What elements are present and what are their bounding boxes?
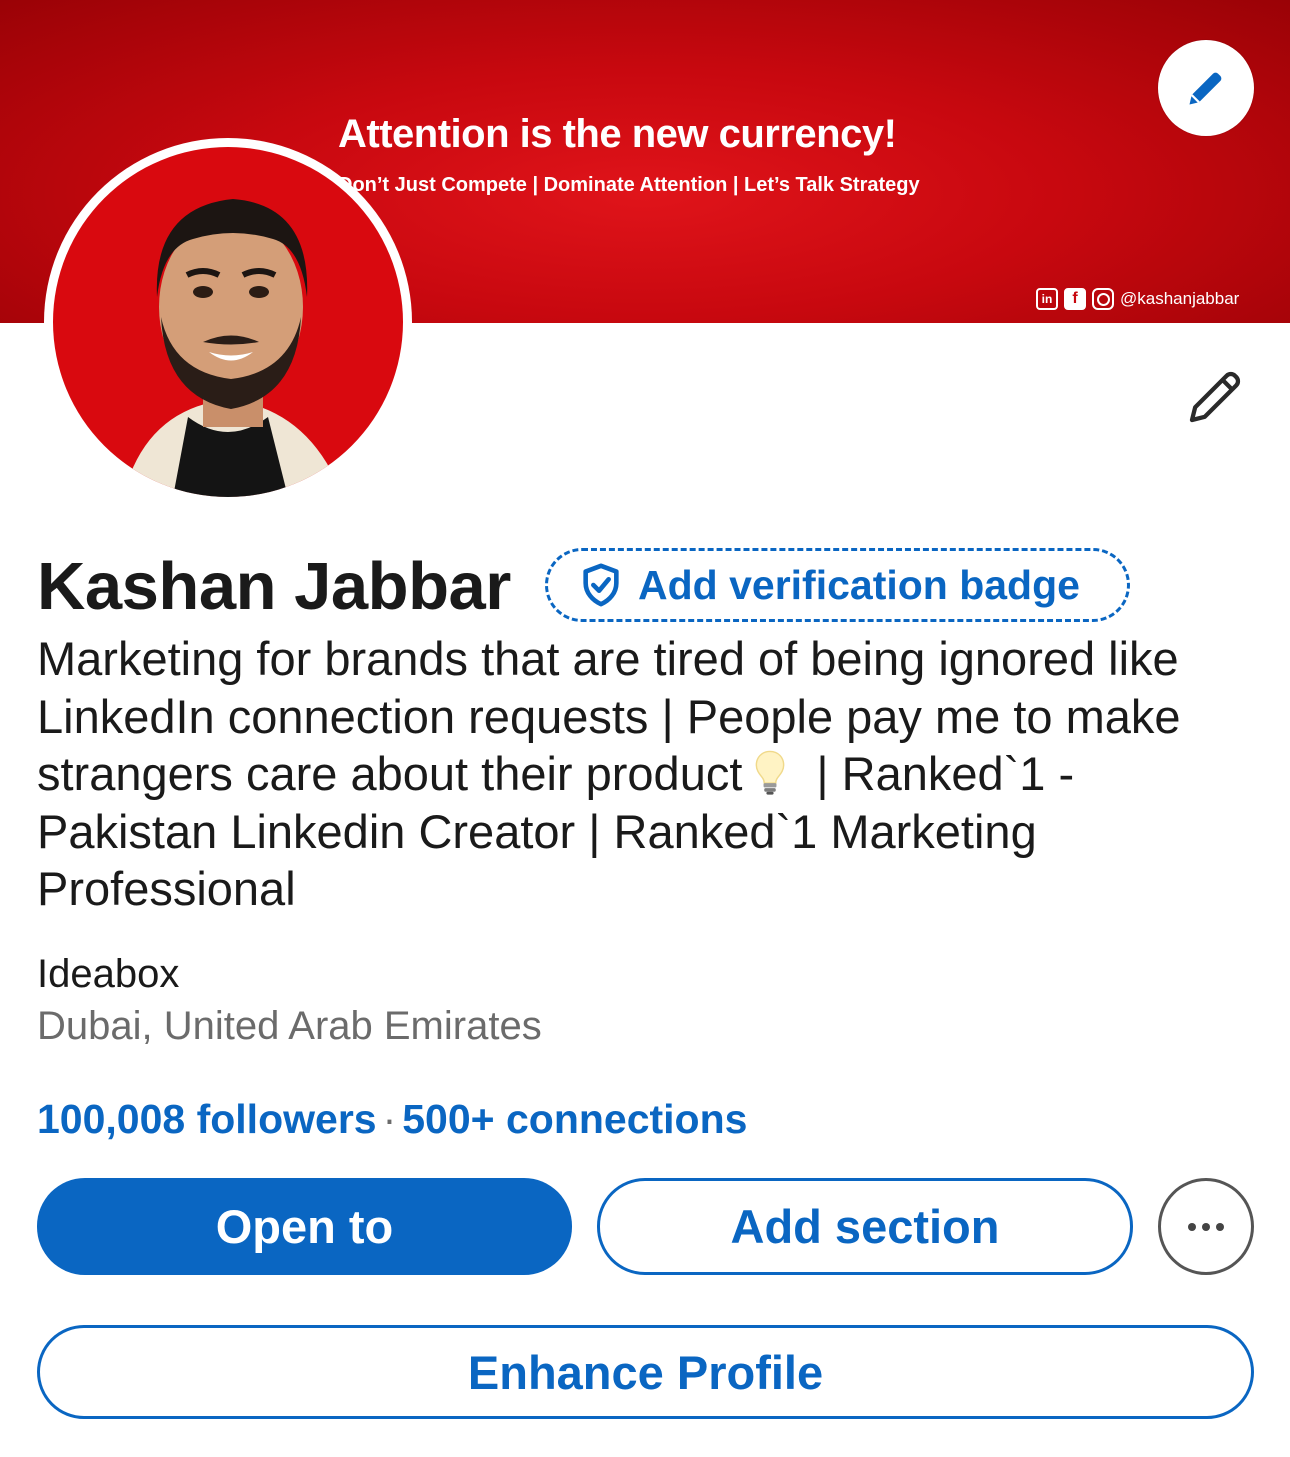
person-portrait [123, 199, 343, 497]
stats-separator: · [382, 1096, 397, 1142]
profile-stats: 100,008 followers · 500+ connections [37, 1096, 747, 1143]
location: Dubai, United Arab Emirates [37, 1004, 542, 1048]
profile-headline: Marketing for brands that are tired of b… [37, 630, 1257, 918]
instagram-icon [1092, 288, 1114, 310]
add-verification-badge-button[interactable]: Add verification badge [545, 548, 1130, 622]
profile-avatar[interactable] [44, 138, 412, 506]
pencil-icon [1189, 72, 1222, 105]
followers-link[interactable]: 100,008 followers [37, 1096, 377, 1142]
banner-subtitle: Don’t Just Compete | Dominate Attention … [338, 174, 920, 196]
open-to-button[interactable]: Open to [37, 1178, 572, 1275]
facebook-icon: f [1064, 288, 1086, 310]
current-company[interactable]: Ideabox [37, 952, 179, 997]
social-handle: @kashanjabbar [1120, 289, 1240, 308]
profile-name: Kashan Jabbar [37, 549, 511, 624]
banner-social: in f @kashanjabbar [1036, 288, 1239, 310]
verification-label: Add verification badge [638, 561, 1080, 608]
edit-banner-button[interactable] [1158, 40, 1254, 136]
avatar-photo [53, 147, 403, 497]
shield-check-icon [583, 563, 619, 607]
pencil-icon [1189, 371, 1241, 423]
linkedin-icon: in [1036, 288, 1058, 310]
connections-link[interactable]: 500+ connections [402, 1096, 747, 1142]
more-horizontal-icon [1188, 1222, 1196, 1231]
enhance-profile-button[interactable]: Enhance Profile [37, 1325, 1254, 1419]
banner-title: Attention is the new currency! [338, 112, 897, 156]
light-bulb-icon [756, 750, 785, 795]
edit-intro-button[interactable] [1178, 358, 1254, 434]
more-actions-button[interactable] [1158, 1178, 1254, 1275]
add-section-button[interactable]: Add section [597, 1178, 1133, 1275]
